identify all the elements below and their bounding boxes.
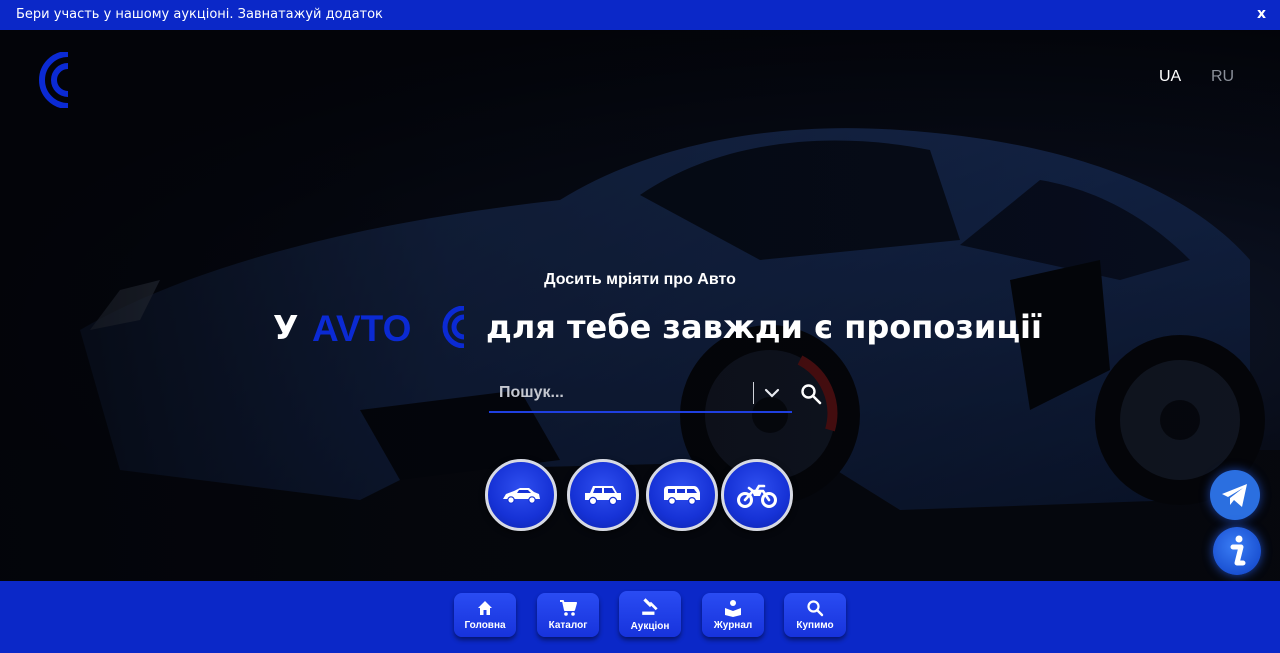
telegram-button[interactable] [1210, 470, 1260, 520]
category-motorcycle-button[interactable] [721, 459, 793, 531]
nav-buy[interactable]: Купимо [784, 593, 846, 637]
search-icon[interactable] [799, 382, 823, 406]
hero-headline: У AVTO для тебе завжди є пропозиції [0, 306, 1280, 350]
home-icon [478, 601, 492, 615]
nav-journal[interactable]: Журнал [702, 593, 764, 637]
nav-buy-label: Купимо [796, 620, 834, 631]
nav-catalog[interactable]: Каталог [537, 593, 599, 637]
gavel-icon [642, 598, 658, 615]
motorcycle-icon [737, 484, 777, 508]
promo-banner: Бери участь у нашому аукціоні. Завнатажу… [0, 0, 1280, 30]
headline-suffix: для тебе завжди є пропозиції [486, 308, 1042, 346]
journal-icon [725, 600, 741, 617]
hero-subtitle: Досить мріяти про Авто [544, 271, 736, 288]
search-input[interactable] [489, 376, 749, 410]
language-ru[interactable]: RU [1211, 68, 1234, 86]
sedan-icon [503, 488, 540, 504]
promo-banner-text: Бери участь у нашому аукціоні. Завнатажу… [16, 7, 383, 22]
nav-home[interactable]: Головна [454, 593, 516, 637]
search-bar [489, 376, 822, 413]
brand-arc-icon[interactable] [38, 52, 72, 108]
nav-home-label: Головна [464, 620, 506, 631]
nav-auction[interactable]: Аукціон [619, 591, 681, 637]
brand-name: AVTO [312, 308, 412, 349]
brand-arc-icon [442, 306, 465, 348]
hero-section: UA RU Досить мріяти про Авто У AVTO для … [0, 30, 1280, 581]
nav-catalog-label: Каталог [548, 620, 588, 631]
telegram-icon [1222, 484, 1247, 507]
banner-close-button[interactable]: x [1257, 6, 1266, 22]
category-suv-button[interactable] [567, 459, 639, 531]
info-button[interactable] [1213, 527, 1261, 575]
search-icon [807, 600, 824, 617]
chevron-down-icon[interactable] [761, 381, 783, 405]
language-ua[interactable]: UA [1159, 68, 1181, 86]
suv-icon [585, 486, 621, 506]
headline-prefix: У [273, 308, 299, 347]
nav-auction-label: Аукціон [630, 621, 670, 632]
nav-journal-label: Журнал [713, 620, 753, 631]
info-icon [1230, 535, 1246, 566]
bottom-navigation: Головна Каталог Аукціон Журнал Купимо [0, 581, 1280, 653]
search-divider [753, 382, 754, 404]
van-icon [664, 486, 700, 506]
category-van-button[interactable] [646, 459, 718, 531]
category-sedan-button[interactable] [485, 459, 557, 531]
cart-icon [560, 600, 577, 616]
